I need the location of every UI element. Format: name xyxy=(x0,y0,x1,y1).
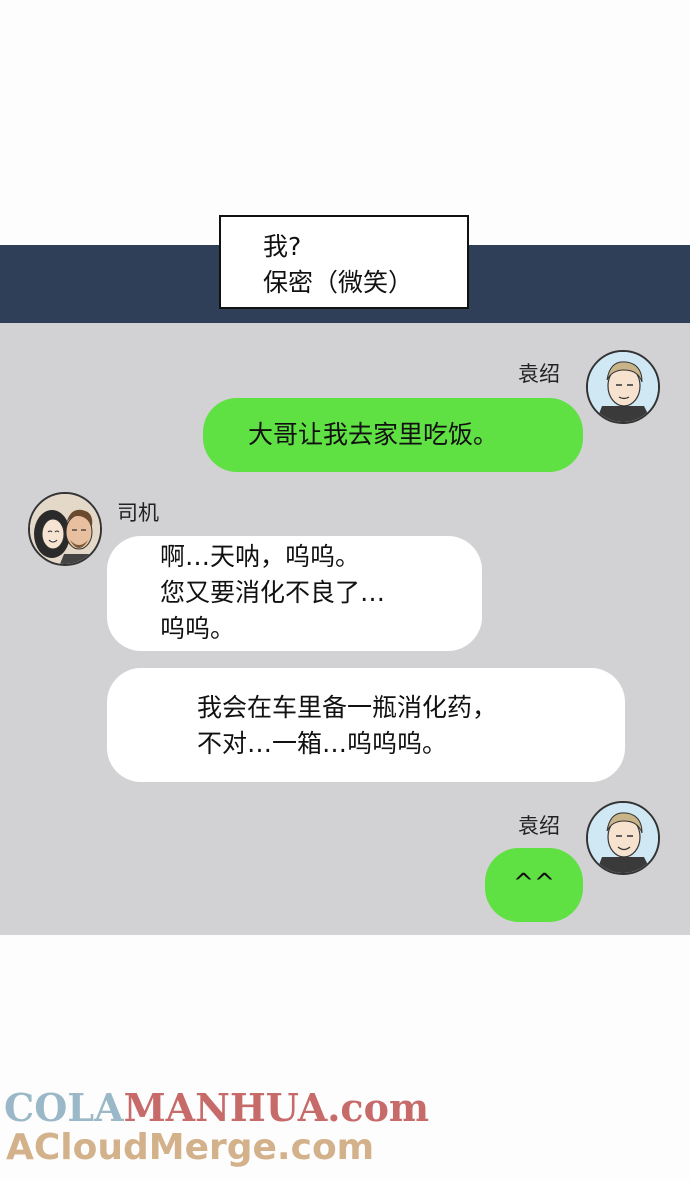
driver-avatar[interactable] xyxy=(28,492,102,566)
watermark-part1: COLA xyxy=(4,1085,124,1130)
caption-line-2: 保密（微笑） xyxy=(263,268,414,297)
sender-name: 袁绍 xyxy=(518,362,560,386)
message-bubble-incoming[interactable]: 我会在车里备一瓶消化药， 不对…一箱…呜呜呜。 xyxy=(107,668,625,782)
caption-line-1: 我? xyxy=(263,232,302,261)
sender-name: 司机 xyxy=(117,501,159,525)
message-bubble-outgoing[interactable]: 大哥让我去家里吃饭。 xyxy=(203,398,583,472)
watermark-colamanhua: COLAMANHUA.com xyxy=(4,1085,429,1130)
yuanshao-avatar[interactable] xyxy=(586,801,660,875)
watermark-acloudmerge: ACloudMerge.com xyxy=(6,1127,375,1168)
watermark-part2: MANHUA.com xyxy=(123,1085,430,1130)
message-bubble-outgoing[interactable]: ^^ xyxy=(485,848,583,922)
message-bubble-incoming[interactable]: 啊…天呐，呜呜。 您又要消化不良了… 呜呜。 xyxy=(107,536,482,651)
yuanshao-avatar[interactable] xyxy=(586,350,660,424)
sender-name: 袁绍 xyxy=(518,814,560,838)
narration-caption: 我? 保密（微笑） xyxy=(219,215,469,309)
